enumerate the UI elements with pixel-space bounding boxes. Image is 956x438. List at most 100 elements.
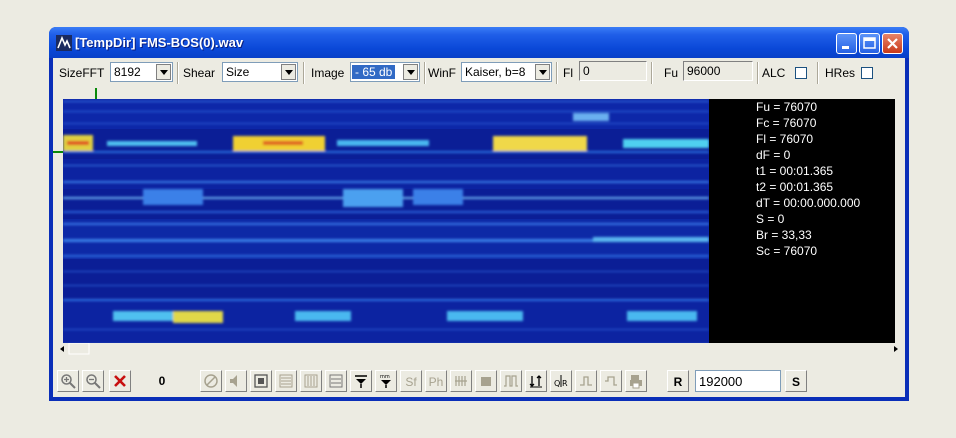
iq-icon: QR bbox=[554, 375, 568, 388]
comb-icon bbox=[455, 376, 467, 386]
info-fc: Fc = 76070 bbox=[756, 116, 817, 130]
print-button[interactable] bbox=[625, 370, 647, 392]
winf-select[interactable]: Kaiser, b=8 bbox=[461, 62, 552, 82]
mute-button[interactable] bbox=[225, 370, 247, 392]
toolbar-divider bbox=[651, 62, 653, 84]
filter-b-button[interactable] bbox=[300, 370, 322, 392]
fl-field[interactable]: 0 bbox=[579, 61, 647, 81]
counter-value: 0 bbox=[158, 374, 166, 388]
zoom-out-icon bbox=[86, 374, 101, 389]
ph-label: Ph bbox=[428, 375, 444, 389]
client-area: SizeFFT 8192 Shear Size Image - 65 db Wi… bbox=[53, 58, 905, 397]
toolbar-divider bbox=[757, 62, 759, 84]
chevron-down-icon[interactable] bbox=[403, 64, 418, 80]
window-title: [TempDir] FMS-BOS(0).wav bbox=[75, 35, 244, 50]
winf-value: Kaiser, b=8 bbox=[465, 65, 526, 79]
filter-icon bbox=[304, 374, 318, 388]
red-x-icon bbox=[114, 375, 126, 387]
svg-text:R: R bbox=[562, 379, 568, 388]
marker-mm-icon: mm bbox=[380, 374, 391, 388]
chevron-down-icon[interactable] bbox=[156, 64, 171, 80]
app-icon bbox=[56, 35, 72, 51]
toolbar-divider bbox=[817, 62, 819, 84]
marker-mm-button[interactable]: mm bbox=[375, 370, 397, 392]
scrollbar-track bbox=[60, 342, 898, 355]
image-value: - 65 db bbox=[352, 65, 396, 79]
info-df: dF = 0 bbox=[756, 148, 791, 162]
step-icon bbox=[580, 376, 592, 386]
fu-value: 96000 bbox=[687, 64, 721, 78]
winf-label: WinF bbox=[428, 66, 456, 80]
sizefft-select[interactable]: 8192 bbox=[110, 62, 173, 82]
arrow-left-icon[interactable] bbox=[60, 346, 64, 352]
step-icon bbox=[605, 376, 617, 386]
iq-button[interactable]: QR bbox=[550, 370, 572, 392]
s-label: S bbox=[791, 375, 800, 389]
hres-label: HRes bbox=[825, 66, 856, 80]
image-select[interactable]: - 65 db bbox=[350, 62, 420, 82]
comb-button[interactable] bbox=[450, 370, 472, 392]
block-button[interactable] bbox=[475, 370, 497, 392]
s-button[interactable]: S bbox=[785, 370, 807, 392]
r-button[interactable]: R bbox=[667, 370, 689, 392]
ph-button[interactable]: Ph bbox=[425, 370, 447, 392]
stop-button[interactable] bbox=[200, 370, 222, 392]
delete-button[interactable] bbox=[109, 370, 131, 392]
horizontal-scrollbar[interactable] bbox=[57, 342, 901, 355]
info-s: S = 0 bbox=[756, 212, 785, 226]
plot-area: Fu = 76070 Fc = 76070 Fl = 76070 dF = 0 … bbox=[53, 88, 905, 364]
filter-c-button[interactable] bbox=[325, 370, 347, 392]
maximize-button[interactable] bbox=[859, 33, 880, 54]
title-bar[interactable]: [TempDir] FMS-BOS(0).wav bbox=[49, 27, 909, 58]
chevron-down-icon[interactable] bbox=[281, 64, 296, 80]
info-t1: t1 = 00:01.365 bbox=[756, 164, 834, 178]
close-icon bbox=[887, 38, 898, 49]
sample-rate-input[interactable]: 192000 bbox=[695, 370, 781, 392]
hres-checkbox[interactable] bbox=[861, 67, 873, 79]
speaker-icon bbox=[230, 375, 237, 387]
zoom-in-button[interactable] bbox=[57, 370, 79, 392]
sizefft-value: 8192 bbox=[114, 65, 141, 79]
info-fl: Fl = 76070 bbox=[756, 132, 814, 146]
zoom-in-icon bbox=[61, 374, 76, 389]
no-icon bbox=[204, 374, 218, 388]
top-toolbar: SizeFFT 8192 Shear Size Image - 65 db Wi… bbox=[53, 58, 905, 88]
filter-icon bbox=[329, 374, 343, 388]
info-t2: t2 = 00:01.365 bbox=[756, 180, 834, 194]
frame-button[interactable] bbox=[250, 370, 272, 392]
minimize-button[interactable] bbox=[836, 33, 857, 54]
alc-label: ALC bbox=[762, 66, 786, 80]
marker-line bbox=[53, 151, 63, 153]
fu-label: Fu bbox=[664, 66, 679, 80]
chevron-down-icon[interactable] bbox=[535, 64, 550, 80]
pulse-button[interactable] bbox=[500, 370, 522, 392]
r-label: R bbox=[673, 375, 683, 389]
sf-button[interactable]: Sf bbox=[400, 370, 422, 392]
fl-label: Fl bbox=[563, 66, 573, 80]
fu-field[interactable]: 96000 bbox=[683, 61, 753, 81]
shift-button[interactable] bbox=[525, 370, 547, 392]
block-icon bbox=[481, 377, 491, 386]
svg-text:Q: Q bbox=[554, 379, 560, 388]
shear-select[interactable]: Size bbox=[222, 62, 298, 82]
filter-a-button[interactable] bbox=[275, 370, 297, 392]
svg-text:mm: mm bbox=[380, 374, 390, 380]
marker-down-button[interactable] bbox=[350, 370, 372, 392]
shear-label: Shear bbox=[183, 66, 216, 80]
info-dt: dT = 00:00.000.000 bbox=[756, 196, 861, 210]
image-label: Image bbox=[311, 66, 345, 80]
alc-checkbox[interactable] bbox=[795, 67, 807, 79]
zoom-out-button[interactable] bbox=[82, 370, 104, 392]
filter-icon bbox=[279, 374, 293, 388]
step-a-button[interactable] bbox=[575, 370, 597, 392]
fl-value: 0 bbox=[583, 64, 590, 78]
arrow-right-icon[interactable] bbox=[894, 346, 898, 352]
marker-line bbox=[95, 88, 97, 99]
spectrogram-view[interactable] bbox=[63, 99, 709, 354]
frame-icon bbox=[254, 374, 268, 388]
close-button[interactable] bbox=[882, 33, 903, 54]
scroll-thumb[interactable] bbox=[68, 342, 90, 355]
step-b-button[interactable] bbox=[600, 370, 622, 392]
app-window: [TempDir] FMS-BOS(0).wav SizeFFT 8192 Sh… bbox=[49, 27, 909, 401]
sample-rate-value: 192000 bbox=[699, 374, 743, 389]
